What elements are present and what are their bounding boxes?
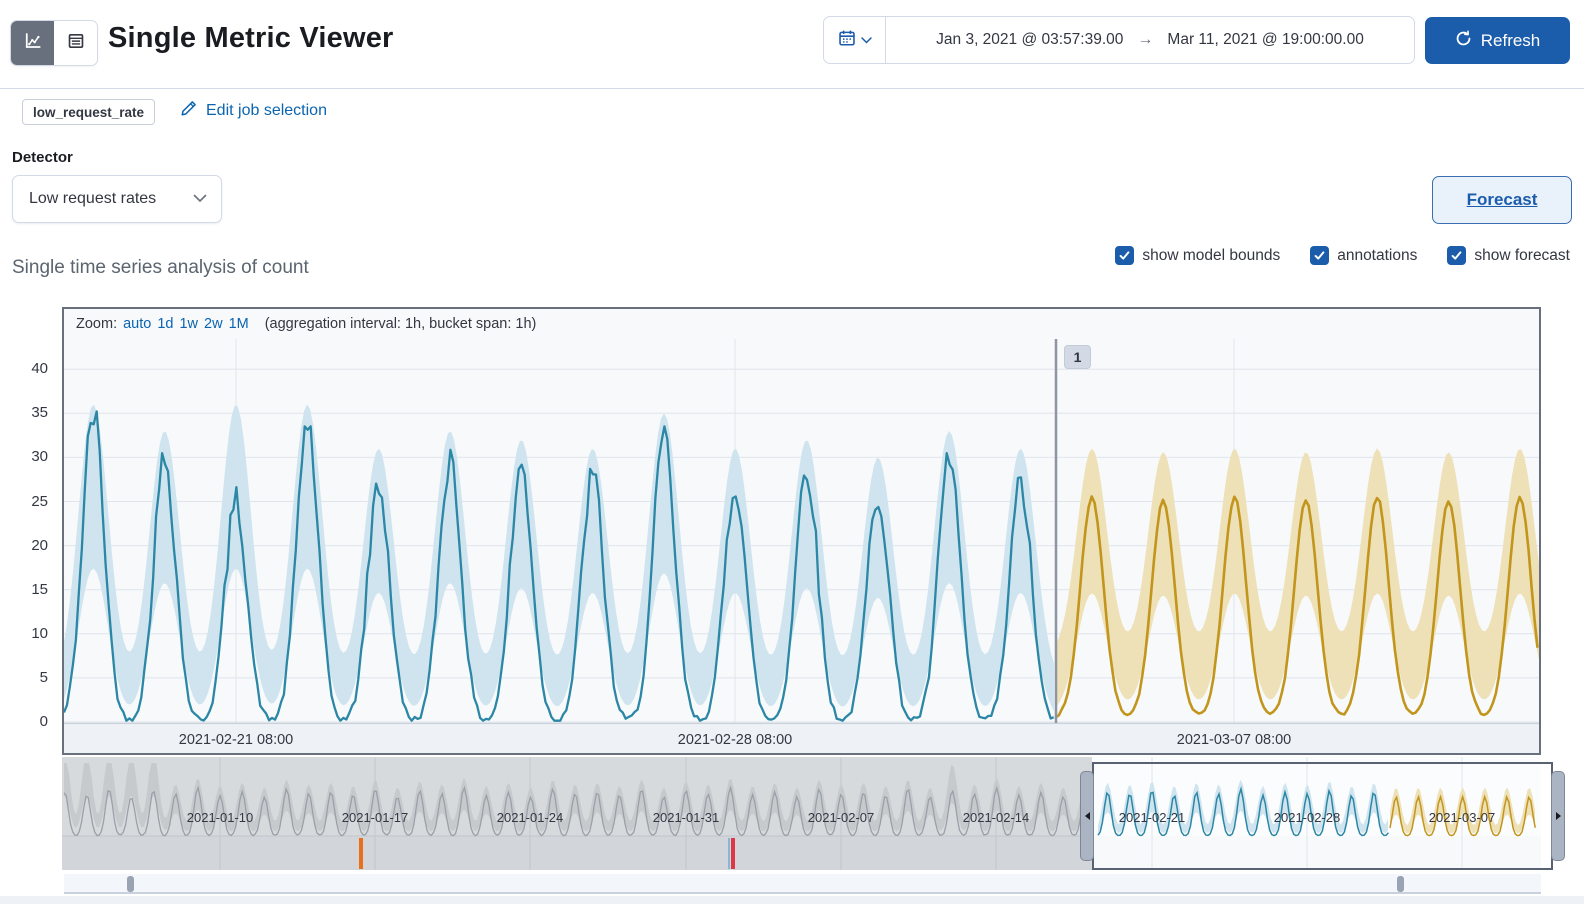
- date-range-display: Jan 3, 2021 @ 03:57:39.00 → Mar 11, 2021…: [886, 17, 1414, 63]
- calendar-dropdown-button[interactable]: [824, 17, 886, 63]
- checkbox-annotations[interactable]: annotations: [1310, 246, 1417, 265]
- navigator-track[interactable]: [64, 874, 1541, 894]
- edit-job-selection-label: Edit job selection: [206, 102, 327, 119]
- right-arrow-icon: [1555, 812, 1561, 820]
- detector-select[interactable]: Low request rates: [12, 175, 222, 223]
- detector-label: Detector: [12, 149, 73, 166]
- selection-brush[interactable]: [1092, 762, 1553, 870]
- y-tick-label: 10: [31, 624, 48, 642]
- timeseries-chart[interactable]: 2021-02-21 08:00 2021-02-28 08:00 2021-03-…: [62, 339, 1539, 753]
- job-badge[interactable]: low_request_rate: [22, 99, 156, 125]
- y-tick-label: 15: [31, 580, 48, 598]
- x-tick-label: 2021-02-28 08:00: [678, 732, 793, 748]
- edit-job-selection-link[interactable]: Edit job selection: [180, 100, 327, 122]
- x-tick-label: 2021-02-21 08:00: [179, 732, 294, 748]
- y-tick-label: 0: [39, 713, 48, 730]
- track-handle-left[interactable]: [127, 876, 134, 892]
- brush-handle-right[interactable]: [1551, 771, 1565, 861]
- main-chart-container: Zoom: auto 1d 1w 2w 1M (aggregation inte…: [62, 307, 1541, 755]
- range-arrow-icon: →: [1137, 31, 1154, 48]
- checkbox-checked-icon: [1310, 246, 1330, 265]
- anomaly-marker-critical: [731, 838, 735, 869]
- analysis-heading: Single time series analysis of count: [12, 257, 309, 278]
- bottom-strip: [0, 896, 1584, 904]
- calendar-icon: [838, 29, 856, 52]
- zoom-option-1d[interactable]: 1d: [157, 316, 173, 332]
- checkbox-label: annotations: [1337, 246, 1418, 264]
- brush-handle-left[interactable]: [1080, 771, 1094, 861]
- x-tick-label: 2021-03-07 08:00: [1177, 732, 1292, 748]
- line-chart-icon: [23, 31, 43, 56]
- detector-selected-value: Low request rates: [29, 190, 157, 207]
- annotation-tick: [728, 838, 730, 869]
- track-handle-right[interactable]: [1397, 876, 1404, 892]
- chevron-down-icon: [860, 31, 872, 49]
- page-title: Single Metric Viewer: [108, 22, 394, 54]
- checkbox-show-forecast[interactable]: show forecast: [1447, 246, 1570, 265]
- checkbox-checked-icon: [1447, 246, 1467, 265]
- y-tick-label: 35: [31, 404, 48, 422]
- checkbox-checked-icon: [1115, 246, 1135, 265]
- forecast-button[interactable]: Forecast: [1432, 176, 1572, 224]
- chart-option-checkboxes: show model bounds annotations show forec…: [1030, 246, 1570, 265]
- y-tick-label: 25: [31, 492, 48, 510]
- pencil-icon: [180, 100, 197, 122]
- zoom-option-1M[interactable]: 1M: [229, 316, 249, 332]
- zoom-controls: Zoom: auto 1d 1w 2w 1M (aggregation inte…: [64, 309, 1539, 339]
- end-date[interactable]: Mar 11, 2021 @ 19:00:00.00: [1167, 31, 1363, 49]
- zoom-option-1w[interactable]: 1w: [179, 316, 198, 332]
- refresh-button[interactable]: Refresh: [1425, 17, 1570, 64]
- header-divider: [0, 88, 1584, 89]
- y-tick-label: 30: [31, 448, 48, 466]
- chevron-down-icon: [193, 190, 207, 208]
- chart-view-button[interactable]: [11, 21, 54, 65]
- start-date[interactable]: Jan 3, 2021 @ 03:57:39.00: [936, 31, 1123, 49]
- zoom-label: Zoom:: [76, 316, 118, 332]
- checkbox-label: show forecast: [1474, 246, 1570, 264]
- refresh-label: Refresh: [1480, 30, 1541, 50]
- refresh-icon: [1455, 29, 1472, 52]
- view-toggle-group: [10, 20, 98, 66]
- annotation-badge[interactable]: 1: [1064, 345, 1091, 369]
- left-arrow-icon: [1084, 812, 1090, 820]
- checkbox-show-model-bounds[interactable]: show model bounds: [1115, 246, 1280, 265]
- table-view-button[interactable]: [54, 21, 97, 65]
- time-range-picker: Jan 3, 2021 @ 03:57:39.00 → Mar 11, 2021…: [823, 16, 1415, 64]
- aggregation-note: (aggregation interval: 1h, bucket span: …: [264, 316, 537, 332]
- checkbox-label: show model bounds: [1142, 246, 1281, 264]
- y-tick-label: 40: [31, 360, 48, 378]
- y-tick-label: 20: [31, 536, 48, 554]
- zoom-option-auto[interactable]: auto: [123, 316, 151, 332]
- y-tick-label: 5: [39, 668, 48, 686]
- anomaly-marker-major: [359, 838, 363, 869]
- zoom-option-2w[interactable]: 2w: [204, 316, 223, 332]
- data-table-icon: [66, 31, 86, 56]
